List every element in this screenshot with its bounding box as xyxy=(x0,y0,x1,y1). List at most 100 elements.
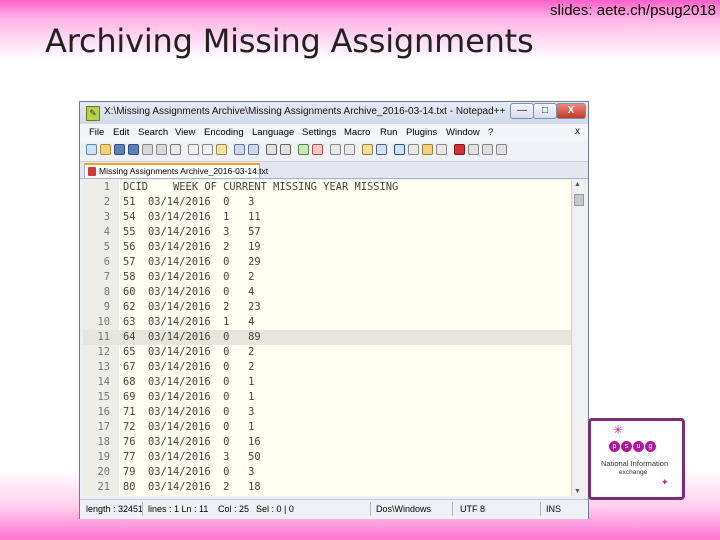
open-file-icon[interactable] xyxy=(100,144,111,155)
find-icon[interactable] xyxy=(266,144,277,155)
line-number: 21 xyxy=(97,481,110,493)
editor-line[interactable]: 15 69 03/14/2016 0 1 xyxy=(83,390,571,405)
tab-missing-assignments-archive[interactable]: Missing Assignments Archive_2016-03-14.t… xyxy=(84,163,268,178)
paste-icon[interactable] xyxy=(216,144,227,155)
line-text: 67 03/14/2016 0 2 xyxy=(123,361,255,373)
stop-macro-icon[interactable] xyxy=(468,144,479,155)
editor-line[interactable]: 3 54 03/14/2016 1 11 xyxy=(83,210,571,225)
line-text: 80 03/14/2016 2 18 xyxy=(123,481,261,493)
title-bar[interactable]: ✎ X:\Missing Assignments Archive\Missing… xyxy=(80,102,588,124)
editor-line[interactable]: 17 72 03/14/2016 0 1 xyxy=(83,420,571,435)
editor-line[interactable]: 9 62 03/14/2016 2 23 xyxy=(83,300,571,315)
editor-line[interactable]: 14 68 03/14/2016 0 1 xyxy=(83,375,571,390)
menu-macro[interactable]: Macro xyxy=(344,127,370,138)
menu-search[interactable]: Search xyxy=(138,127,168,138)
editor-line[interactable]: 6 57 03/14/2016 0 29 xyxy=(83,255,571,270)
editor-line[interactable]: 7 58 03/14/2016 0 2 xyxy=(83,270,571,285)
menu-language[interactable]: Language xyxy=(252,127,294,138)
line-text: 62 03/14/2016 2 23 xyxy=(123,301,261,313)
vertical-scrollbar[interactable]: ▲ ▼ xyxy=(571,180,585,496)
menu-edit[interactable]: Edit xyxy=(113,127,129,138)
scroll-thumb[interactable] xyxy=(574,194,584,206)
logo-letter: s xyxy=(621,441,632,452)
redo-icon[interactable] xyxy=(248,144,259,155)
status-encoding: UTF 8 xyxy=(460,504,486,514)
record-macro-icon[interactable] xyxy=(454,144,465,155)
editor-line[interactable]: 2 51 03/14/2016 0 3 xyxy=(83,195,571,210)
scroll-down-icon[interactable]: ▼ xyxy=(574,488,581,495)
save-macro-icon[interactable] xyxy=(496,144,507,155)
play-macro-icon[interactable] xyxy=(482,144,493,155)
logo-tagline: National Information xyxy=(601,459,669,468)
close-all-icon[interactable] xyxy=(156,144,167,155)
line-text: DCID WEEK OF CURRENT MISSING YEAR MISSIN… xyxy=(123,181,399,193)
zoom-in-icon[interactable] xyxy=(298,144,309,155)
editor-line[interactable]: 13 67 03/14/2016 0 2 xyxy=(83,360,571,375)
line-text: 68 03/14/2016 0 1 xyxy=(123,376,255,388)
function-list-icon[interactable] xyxy=(422,144,433,155)
zoom-out-icon[interactable] xyxy=(312,144,323,155)
toolbar xyxy=(80,141,588,162)
folder-workspace-icon[interactable] xyxy=(436,144,447,155)
logo-letter: g xyxy=(645,441,656,452)
editor-line[interactable]: 19 77 03/14/2016 3 50 xyxy=(83,450,571,465)
menu-settings[interactable]: Settings xyxy=(302,127,336,138)
line-text: 64 03/14/2016 0 89 xyxy=(123,331,261,343)
copy-icon[interactable] xyxy=(202,144,213,155)
line-text: 79 03/14/2016 0 3 xyxy=(123,466,255,478)
editor-line[interactable]: 5 56 03/14/2016 2 19 xyxy=(83,240,571,255)
undo-icon[interactable] xyxy=(234,144,245,155)
close-file-icon[interactable] xyxy=(142,144,153,155)
status-col: Col : 25 xyxy=(218,504,250,514)
editor-line[interactable]: 8 60 03/14/2016 0 4 xyxy=(83,285,571,300)
cut-icon[interactable] xyxy=(188,144,199,155)
editor-line[interactable]: 18 76 03/14/2016 0 16 xyxy=(83,435,571,450)
indent-guide-icon[interactable] xyxy=(376,144,387,155)
editor-line[interactable]: 12 65 03/14/2016 0 2 xyxy=(83,345,571,360)
minimize-button[interactable]: — xyxy=(510,103,534,119)
window-title: X:\Missing Assignments Archive\Missing A… xyxy=(104,106,506,117)
line-number: 18 xyxy=(97,436,110,448)
menu-help[interactable]: ? xyxy=(488,127,493,138)
menu-encoding[interactable]: Encoding xyxy=(204,127,244,138)
line-number: 4 xyxy=(103,226,110,238)
editor-line[interactable]: 20 79 03/14/2016 0 3 xyxy=(83,465,571,480)
user-lang-icon[interactable] xyxy=(394,144,405,155)
maximize-button[interactable]: □ xyxy=(533,103,557,119)
line-text: 63 03/14/2016 1 4 xyxy=(123,316,255,328)
all-chars-icon[interactable] xyxy=(362,144,373,155)
menu-file[interactable]: File xyxy=(89,127,104,138)
print-icon[interactable] xyxy=(170,144,181,155)
editor-line[interactable]: 4 55 03/14/2016 3 57 xyxy=(83,225,571,240)
save-all-icon[interactable] xyxy=(128,144,139,155)
editor-line[interactable]: 16 71 03/14/2016 0 3 xyxy=(83,405,571,420)
doc-map-icon[interactable] xyxy=(408,144,419,155)
editor-line[interactable]: 10 63 03/14/2016 1 4 xyxy=(83,315,571,330)
line-number: 5 xyxy=(103,241,110,253)
editor-line[interactable]: 1 DCID WEEK OF CURRENT MISSING YEAR MISSI… xyxy=(83,180,571,195)
editor-line[interactable]: 11 64 03/14/2016 0 89 xyxy=(83,330,571,345)
line-number: 9 xyxy=(103,301,110,313)
line-number: 14 xyxy=(97,376,110,388)
menu-window[interactable]: Window xyxy=(446,127,480,138)
modified-file-icon xyxy=(88,167,96,176)
line-number: 12 xyxy=(97,346,110,358)
new-file-icon[interactable] xyxy=(86,144,97,155)
line-number: 11 xyxy=(97,331,110,343)
scroll-up-icon[interactable]: ▲ xyxy=(574,181,581,188)
word-wrap-icon[interactable] xyxy=(344,144,355,155)
save-icon[interactable] xyxy=(114,144,125,155)
line-number: 20 xyxy=(97,466,110,478)
psug-logo: ✳ psug National Information exchange ✦ xyxy=(588,418,685,500)
menu-plugins[interactable]: Plugins xyxy=(406,127,437,138)
text-editor[interactable]: 1 DCID WEEK OF CURRENT MISSING YEAR MISSI… xyxy=(83,180,571,496)
menu-run[interactable]: Run xyxy=(380,127,397,138)
editor-line[interactable]: 21 80 03/14/2016 2 18 xyxy=(83,480,571,495)
close-document-icon[interactable]: x xyxy=(575,126,580,137)
sync-scroll-icon[interactable] xyxy=(330,144,341,155)
status-mode: INS xyxy=(546,504,562,514)
menu-view[interactable]: View xyxy=(175,127,195,138)
close-button[interactable]: X xyxy=(556,103,586,119)
line-text: 56 03/14/2016 2 19 xyxy=(123,241,261,253)
replace-icon[interactable] xyxy=(280,144,291,155)
